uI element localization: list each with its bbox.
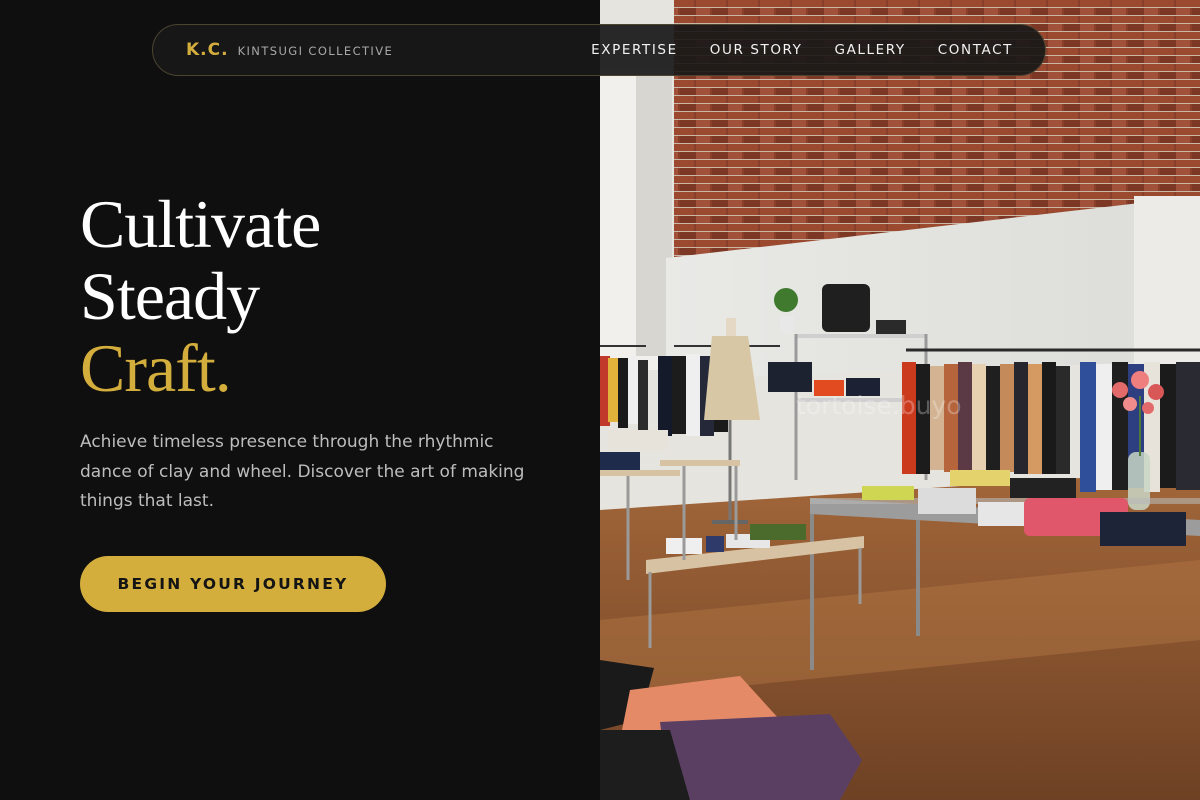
hero-image: tortoise.buyo [600,0,1200,800]
nav-links: EXPERTISE OUR STORY GALLERY CONTACT [591,42,1013,58]
hero-title-line-1: Cultivate [80,186,321,262]
nav-link-contact[interactable]: CONTACT [938,42,1013,58]
hero-title-line-2: Steady [80,258,260,334]
brand-mark: K.C. [186,40,229,60]
page: tortoise.buyo K.C. KINTSUGI COLLECTIVE E… [0,0,1200,800]
nav-link-our-story[interactable]: OUR STORY [710,42,803,58]
nav-link-expertise[interactable]: EXPERTISE [591,42,678,58]
begin-journey-button[interactable]: BEGIN YOUR JOURNEY [80,556,386,612]
watermark-text: tortoise.buyo [796,391,962,420]
hero-description: Achieve timeless presence through the rh… [80,432,525,511]
nav-link-gallery[interactable]: GALLERY [835,42,906,58]
store-interior-photo: tortoise.buyo [600,0,1200,800]
hero-title-line-3: Craft. [80,330,232,406]
brand-name: KINTSUGI COLLECTIVE [237,44,394,58]
brand-logo[interactable]: K.C. KINTSUGI COLLECTIVE [186,40,393,60]
top-navbar: K.C. KINTSUGI COLLECTIVE EXPERTISE OUR S… [152,24,1046,76]
hero-title: Cultivate Steady Craft. [80,186,321,406]
